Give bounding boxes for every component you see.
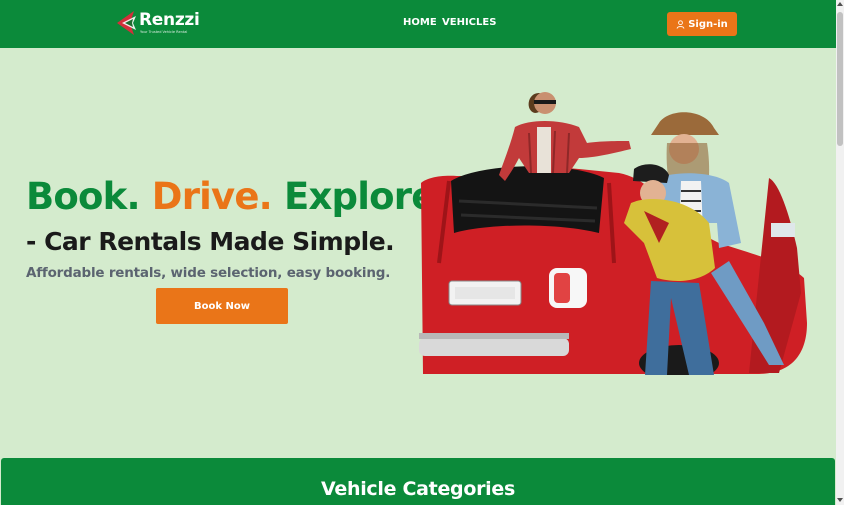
hero-title-drive: Drive. — [151, 175, 273, 218]
hero-title-book: Book. — [26, 175, 141, 218]
nav-home-link[interactable]: HOME — [403, 17, 437, 28]
brand-logo[interactable]: Renzzi Your Trusted Vehicle Rental — [114, 7, 200, 39]
brand-name: Renzzi — [139, 10, 200, 30]
hero-car-image — [419, 92, 807, 375]
vehicle-categories-section: Vehicle Categories — [1, 458, 835, 505]
hero-subtitle: - Car Rentals Made Simple. — [26, 227, 395, 256]
signin-button[interactable]: Sign-in — [667, 12, 737, 36]
scrollbar-thumb[interactable] — [837, 12, 843, 146]
book-now-button[interactable]: Book Now — [156, 288, 288, 324]
vehicle-categories-title: Vehicle Categories — [321, 478, 515, 500]
brand-tagline: Your Trusted Vehicle Rental — [140, 30, 188, 34]
user-icon — [676, 19, 685, 29]
nav-vehicles-link[interactable]: VEHICLES — [442, 17, 496, 28]
scroll-down-arrow-icon[interactable] — [837, 497, 843, 503]
hero-tagline: Affordable rentals, wide selection, easy… — [26, 265, 391, 281]
navbar: Renzzi Your Trusted Vehicle Rental HOME … — [0, 0, 836, 48]
page-scrollbar[interactable] — [836, 0, 844, 505]
hero-title-explore: Explore — [284, 175, 436, 218]
logo-mark-icon — [117, 11, 136, 35]
hero-title: Book. Drive. Explore — [26, 174, 436, 220]
signin-label: Sign-in — [688, 18, 728, 30]
scroll-up-arrow-icon[interactable] — [837, 1, 843, 7]
